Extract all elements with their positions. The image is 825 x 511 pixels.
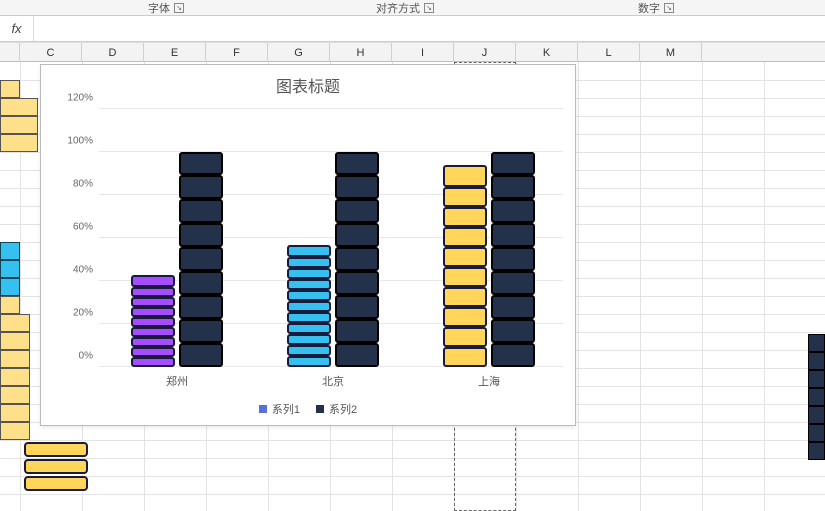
bar-series1[interactable] (287, 245, 331, 367)
bar-series2[interactable] (335, 152, 379, 367)
data-cell[interactable] (0, 98, 38, 116)
y-tick: 0% (79, 351, 93, 362)
y-tick: 40% (73, 265, 93, 276)
ribbon-group-number: 数字 ↘ (440, 0, 680, 16)
col-header[interactable]: C (20, 43, 82, 63)
col-header[interactable]: J (454, 43, 516, 63)
chart-plot-area: 0% 20% 40% 60% 80% 100% 120% (99, 111, 563, 367)
ribbon-group-align: 对齐方式 ↘ (190, 0, 440, 16)
y-tick: 100% (67, 136, 93, 147)
legend-swatch-icon (316, 405, 324, 413)
formula-bar: fx (0, 16, 825, 42)
col-header[interactable]: I (392, 43, 454, 63)
legend-item-series1[interactable]: 系列1 (259, 401, 300, 417)
data-cell[interactable] (0, 404, 30, 422)
ribbon-group-labels: 字体 ↘ 对齐方式 ↘ 数字 ↘ (0, 0, 825, 16)
chart-bars: 郑州 北京 (99, 111, 563, 367)
data-cell[interactable] (24, 459, 88, 474)
worksheet-grid[interactable]: 图表标题 0% 20% 40% 60% 80% 100% 120% (0, 62, 825, 511)
bar-series2[interactable] (179, 152, 223, 367)
y-tick: 20% (73, 308, 93, 319)
col-header[interactable]: L (578, 43, 640, 63)
data-cell[interactable] (0, 134, 38, 152)
legend-label: 系列2 (329, 401, 357, 417)
legend-label: 系列1 (272, 401, 300, 417)
expand-icon[interactable]: ↘ (664, 3, 674, 13)
col-header[interactable]: H (330, 43, 392, 63)
data-cell[interactable] (0, 368, 30, 386)
ribbon-group-align-label: 对齐方式 (376, 0, 420, 16)
data-cell[interactable] (0, 332, 30, 350)
data-cell[interactable] (0, 242, 20, 260)
ribbon-group-number-label: 数字 (638, 0, 660, 16)
expand-icon[interactable]: ↘ (424, 3, 434, 13)
data-cell[interactable] (24, 476, 88, 491)
col-header[interactable]: G (268, 43, 330, 63)
ribbon-group-font: 字体 ↘ (80, 0, 190, 16)
data-cell[interactable] (0, 422, 30, 440)
bar-series1[interactable] (131, 275, 175, 367)
data-cell[interactable] (808, 388, 825, 406)
data-cell[interactable] (808, 424, 825, 442)
expand-icon[interactable]: ↘ (174, 3, 184, 13)
y-tick: 120% (67, 93, 93, 104)
chart-title[interactable]: 图表标题 (41, 65, 575, 101)
data-cell[interactable] (0, 350, 30, 368)
y-tick: 60% (73, 222, 93, 233)
bar-series2[interactable] (491, 152, 535, 367)
col-header[interactable]: E (144, 43, 206, 63)
bar-series1[interactable] (443, 165, 487, 367)
x-category: 北京 (287, 373, 379, 389)
data-cell[interactable] (0, 116, 38, 134)
data-cell[interactable] (0, 260, 20, 278)
x-category: 郑州 (131, 373, 223, 389)
embedded-chart[interactable]: 图表标题 0% 20% 40% 60% 80% 100% 120% (40, 64, 576, 426)
data-cell[interactable] (808, 334, 825, 352)
ribbon-group-font-label: 字体 (148, 0, 170, 16)
data-cell[interactable] (0, 296, 20, 314)
data-cell[interactable] (0, 386, 30, 404)
column-headers: C D E F G H I J K L M (0, 42, 825, 62)
data-cell[interactable] (24, 442, 88, 457)
legend-swatch-icon (259, 405, 267, 413)
data-cell[interactable] (0, 80, 20, 98)
y-tick: 80% (73, 179, 93, 190)
fx-icon[interactable]: fx (0, 16, 34, 41)
formula-input[interactable] (34, 19, 825, 39)
data-cell[interactable] (0, 278, 20, 296)
col-header[interactable]: D (82, 43, 144, 63)
col-header[interactable]: M (640, 43, 702, 63)
data-cell[interactable] (808, 370, 825, 388)
x-category: 上海 (443, 373, 535, 389)
col-header[interactable]: F (206, 43, 268, 63)
legend-item-series2[interactable]: 系列2 (316, 401, 357, 417)
data-cell[interactable] (0, 314, 30, 332)
col-header[interactable]: K (516, 43, 578, 63)
data-cell[interactable] (808, 442, 825, 460)
data-cell[interactable] (808, 352, 825, 370)
col-header-gutter[interactable] (0, 43, 20, 63)
chart-legend[interactable]: 系列1 系列2 (41, 401, 575, 417)
data-cell[interactable] (808, 406, 825, 424)
